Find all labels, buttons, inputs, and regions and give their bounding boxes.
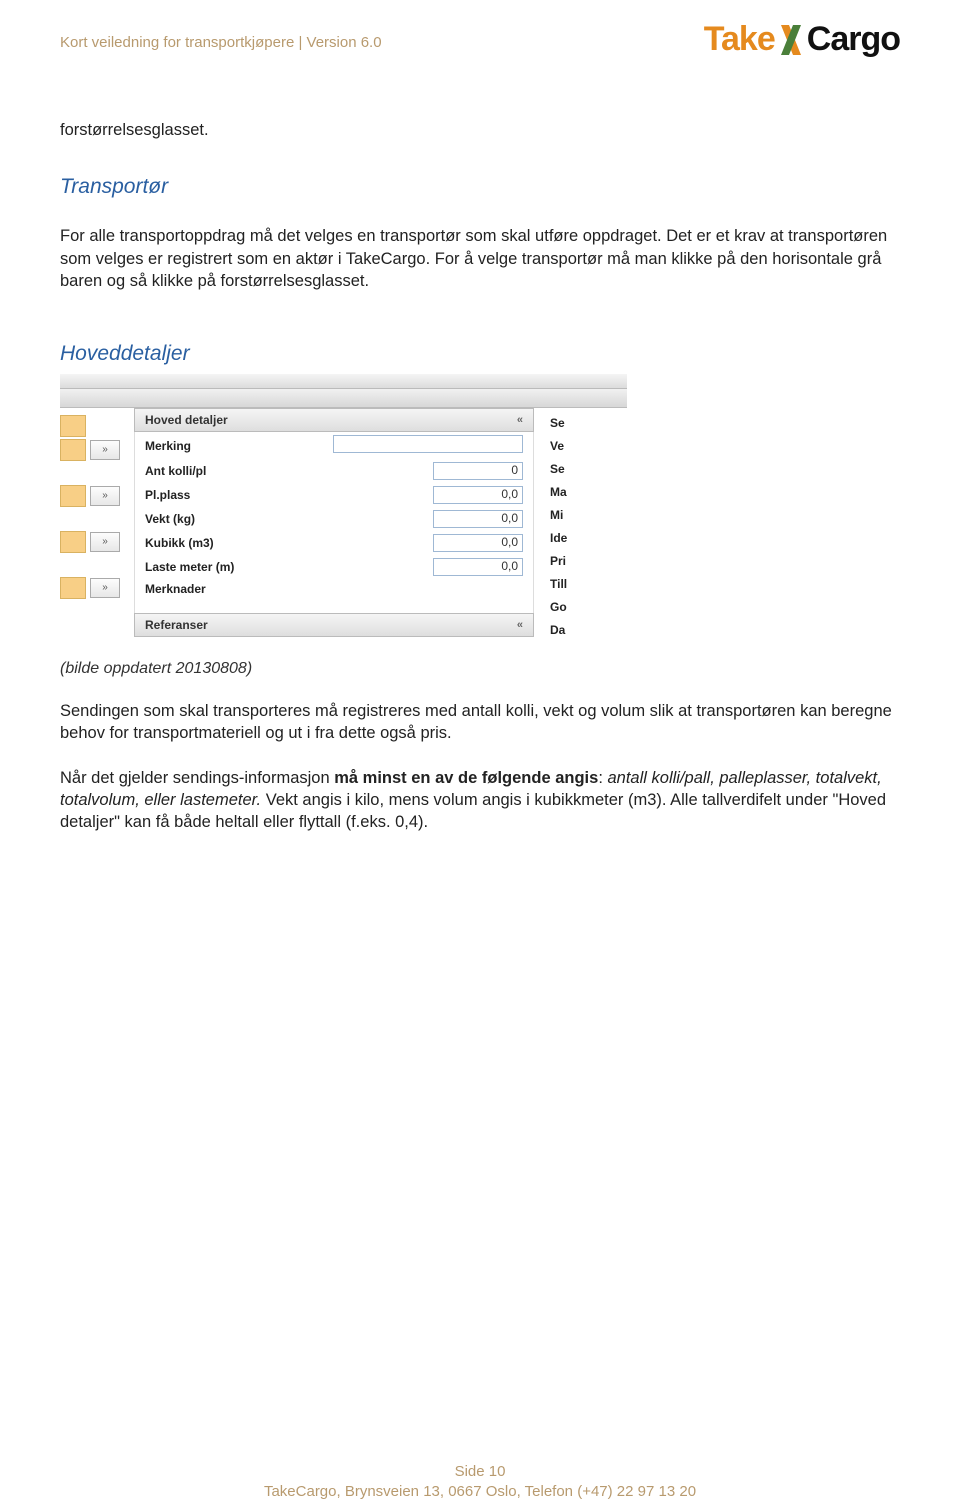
paragraph-nar: Når det gjelder sendings-informasjon må … (60, 767, 900, 834)
logo-take: Take (704, 20, 775, 59)
field-label: Merknader (145, 582, 295, 596)
logo-cargo: Cargo (807, 20, 900, 59)
header-left-text: Kort veiledning for transportkjøpere | V… (60, 20, 382, 51)
expand-button[interactable]: » (90, 440, 120, 460)
orange-marker (60, 577, 86, 599)
field-label: Merking (145, 439, 295, 453)
collapse-icon: « (517, 619, 523, 631)
field-label: Kubikk (m3) (145, 536, 295, 550)
kubikk-input[interactable]: 0,0 (433, 534, 523, 552)
footer-page-number: Side 10 (0, 1462, 960, 1482)
merking-input[interactable] (333, 435, 523, 453)
expand-button[interactable]: » (90, 578, 120, 598)
panel-title: Hoved detaljer (145, 413, 228, 427)
form-row-antkolli: Ant kolli/pl 0 (134, 459, 534, 483)
panel-header-hoved[interactable]: Hoved detaljer « (134, 408, 534, 432)
page-footer: Side 10 TakeCargo, Brynsveien 13, 0667 O… (0, 1462, 960, 1503)
form-row-lastemeter: Laste meter (m) 0,0 (134, 555, 534, 579)
cut-label: Go (550, 596, 610, 619)
orange-marker (60, 415, 86, 437)
text-span: Når det gjelder sendings-informasjon (60, 769, 334, 787)
form-row-plplass: Pl.plass 0,0 (134, 483, 534, 507)
paragraph-transportor: For alle transportoppdrag må det velges … (60, 225, 900, 292)
field-label: Pl.plass (145, 488, 295, 502)
lastemeter-input[interactable]: 0,0 (433, 558, 523, 576)
screenshot-right-column: Se Ve Se Ma Mi Ide Pri Till Go Da (534, 408, 610, 642)
expand-button[interactable]: » (90, 486, 120, 506)
expand-button[interactable]: » (90, 532, 120, 552)
cut-label: Ma (550, 481, 610, 504)
field-label: Ant kolli/pl (145, 464, 295, 478)
form-row-merknader: Merknader (134, 579, 534, 599)
orange-marker (60, 531, 86, 553)
cut-label: Da (550, 619, 610, 642)
form-row-merking: Merking (134, 432, 534, 459)
cut-label: Se (550, 458, 610, 481)
antkolli-input[interactable]: 0 (433, 462, 523, 480)
screenshot-form-panel: Hoved detaljer « Merking Ant kolli/pl 0 … (134, 408, 534, 637)
logo-x-icon (777, 23, 805, 57)
orange-marker (60, 485, 86, 507)
cut-label: Till (550, 573, 610, 596)
plplass-input[interactable]: 0,0 (433, 486, 523, 504)
paragraph-sending: Sendingen som skal transporteres må regi… (60, 700, 900, 745)
page-header: Kort veiledning for transportkjøpere | V… (60, 20, 900, 59)
cut-label: Se (550, 412, 610, 435)
embedded-screenshot: » » » » (60, 374, 627, 642)
cut-label: Pri (550, 550, 610, 573)
cut-label: Mi (550, 504, 610, 527)
orange-marker (60, 439, 86, 461)
cut-label: Ide (550, 527, 610, 550)
panel-header-referanser[interactable]: Referanser « (134, 613, 534, 637)
text-bold: må minst en av de følgende angis (334, 769, 598, 787)
collapse-icon: « (517, 414, 523, 426)
footer-address: TakeCargo, Brynsveien 13, 0667 Oslo, Tel… (0, 1482, 960, 1502)
screenshot-left-column: » » » » (60, 408, 134, 600)
logo: Take Cargo (704, 20, 900, 59)
cut-label: Ve (550, 435, 610, 458)
field-label: Vekt (kg) (145, 512, 295, 526)
field-label: Laste meter (m) (145, 560, 295, 574)
screenshot-topbar2 (60, 389, 627, 408)
text-fragment-1: forstørrelsesglasset. (60, 119, 900, 141)
form-row-vekt: Vekt (kg) 0,0 (134, 507, 534, 531)
vekt-input[interactable]: 0,0 (433, 510, 523, 528)
heading-transportor: Transportør (60, 175, 900, 199)
image-caption: (bilde oppdatert 20130808) (60, 660, 900, 678)
form-row-kubikk: Kubikk (m3) 0,0 (134, 531, 534, 555)
panel-title: Referanser (145, 618, 208, 632)
screenshot-topbar (60, 374, 627, 389)
heading-hoveddetaljer: Hoveddetaljer (60, 342, 900, 366)
